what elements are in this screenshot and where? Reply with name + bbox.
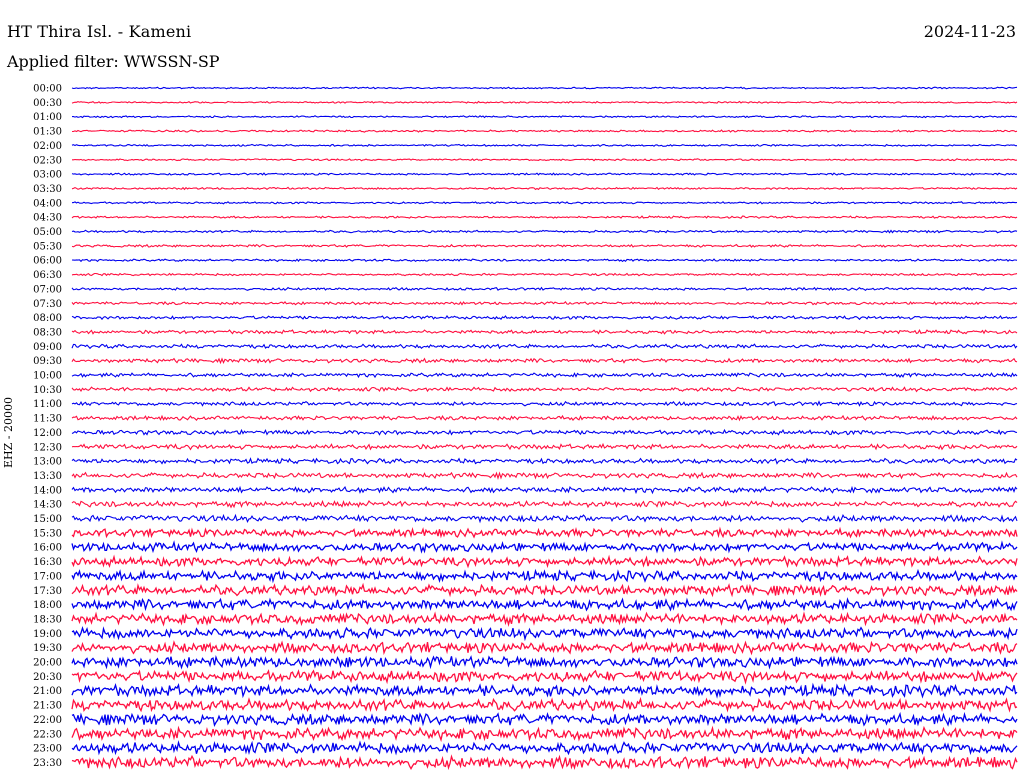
trace-row (71, 540, 1018, 554)
time-tick-label: 23:00 (33, 744, 62, 755)
time-tick-label: 06:00 (33, 256, 62, 267)
trace-row (71, 597, 1018, 612)
trace-row (71, 328, 1018, 335)
trace-row (71, 513, 1018, 524)
trace-row (71, 372, 1018, 379)
trace-row (71, 386, 1018, 393)
trace-row (71, 754, 1018, 771)
time-tick-label: 18:00 (33, 600, 62, 611)
time-tick-label: 12:30 (33, 442, 62, 453)
trace-row (71, 243, 1018, 248)
time-tick-label: 20:30 (33, 672, 62, 683)
time-tick-label: 17:30 (33, 586, 62, 597)
time-tick-label: 11:00 (33, 399, 62, 410)
time-tick-label: 13:00 (33, 457, 62, 468)
time-tick-label: 11:30 (33, 414, 62, 425)
time-tick-label: 01:30 (33, 127, 62, 138)
trace-row (71, 582, 1018, 598)
time-tick-label: 03:00 (33, 170, 62, 181)
time-tick-label: 22:30 (33, 729, 62, 740)
trace-row (71, 568, 1018, 584)
trace-row (71, 315, 1018, 321)
time-tick-label: 15:30 (33, 528, 62, 539)
time-tick-label: 21:30 (33, 701, 62, 712)
trace-row (71, 229, 1018, 234)
time-tick-label: 21:00 (33, 686, 62, 697)
time-tick-label: 00:30 (33, 98, 62, 109)
time-tick-label: 19:30 (33, 643, 62, 654)
trace-group (71, 86, 1018, 771)
trace-row (71, 740, 1018, 756)
time-tick-label: 23:30 (33, 758, 62, 769)
trace-row (71, 485, 1018, 495)
trace-row (71, 625, 1018, 642)
trace-row (71, 215, 1018, 219)
trace-row (71, 526, 1018, 539)
trace-row (72, 115, 1018, 119)
trace-row (72, 158, 1018, 162)
trace-row (71, 499, 1018, 509)
trace-row (71, 640, 1018, 656)
trace-row (71, 258, 1018, 263)
time-tick-label: 05:30 (33, 241, 62, 252)
time-tick-label: 14:30 (33, 500, 62, 511)
trace-row (71, 272, 1018, 277)
time-tick-label: 16:00 (33, 543, 62, 554)
time-tick-label: 05:00 (33, 227, 62, 238)
trace-row (71, 300, 1018, 306)
trace-row (72, 129, 1018, 133)
trace-row (71, 172, 1018, 176)
time-tick-label: 04:30 (33, 213, 62, 224)
trace-row (71, 343, 1018, 350)
trace-row (71, 414, 1018, 422)
trace-row (71, 457, 1018, 465)
helicorder-plot: 00:00 00:30 01:00 01:30 02:00 02:30 03:00 03:30… (33, 84, 1018, 771)
trace-row (71, 201, 1018, 205)
trace-row (71, 143, 1017, 147)
trace-row (71, 357, 1018, 365)
time-tick-label: 09:30 (33, 356, 62, 367)
trace-row (71, 471, 1018, 480)
time-tick-label: 07:00 (33, 284, 62, 295)
tick-label-group: 00:00 00:30 01:00 01:30 02:00 02:30 03:00 03:30… (33, 84, 62, 769)
trace-row (71, 186, 1018, 191)
time-tick-label: 20:00 (33, 658, 62, 669)
time-tick-label: 10:00 (33, 371, 62, 382)
trace-row (71, 682, 1018, 699)
trace-row (71, 86, 1018, 90)
trace-row (71, 669, 1018, 685)
trace-row (71, 400, 1018, 407)
time-tick-label: 00:00 (33, 84, 62, 95)
trace-row (71, 654, 1018, 670)
time-tick-label: 18:30 (33, 614, 62, 625)
time-tick-label: 14:00 (33, 485, 62, 496)
time-tick-label: 08:00 (33, 313, 62, 324)
trace-row (71, 100, 1018, 104)
time-tick-label: 07:30 (33, 299, 62, 310)
time-tick-label: 22:00 (33, 715, 62, 726)
trace-row (71, 611, 1018, 627)
time-tick-label: 10:30 (33, 385, 62, 396)
time-tick-label: 09:00 (33, 342, 62, 353)
time-tick-label: 08:30 (33, 327, 62, 338)
time-tick-label: 13:30 (33, 471, 62, 482)
trace-row (71, 428, 1018, 436)
time-tick-label: 02:30 (33, 155, 62, 166)
time-tick-label: 19:00 (33, 629, 62, 640)
time-tick-label: 12:00 (33, 428, 62, 439)
trace-row (71, 286, 1018, 292)
trace-row (71, 725, 1018, 743)
time-tick-label: 04:00 (33, 198, 62, 209)
trace-row (71, 711, 1018, 727)
trace-row (71, 696, 1018, 713)
trace-row (71, 554, 1018, 569)
time-tick-label: 06:30 (33, 270, 62, 281)
time-tick-label: 17:00 (33, 571, 62, 582)
time-tick-label: 02:00 (33, 141, 62, 152)
time-tick-label: 15:00 (33, 514, 62, 525)
time-tick-label: 01:00 (33, 112, 62, 123)
time-tick-label: 16:30 (33, 557, 62, 568)
trace-row (71, 442, 1018, 451)
time-tick-label: 03:30 (33, 184, 62, 195)
